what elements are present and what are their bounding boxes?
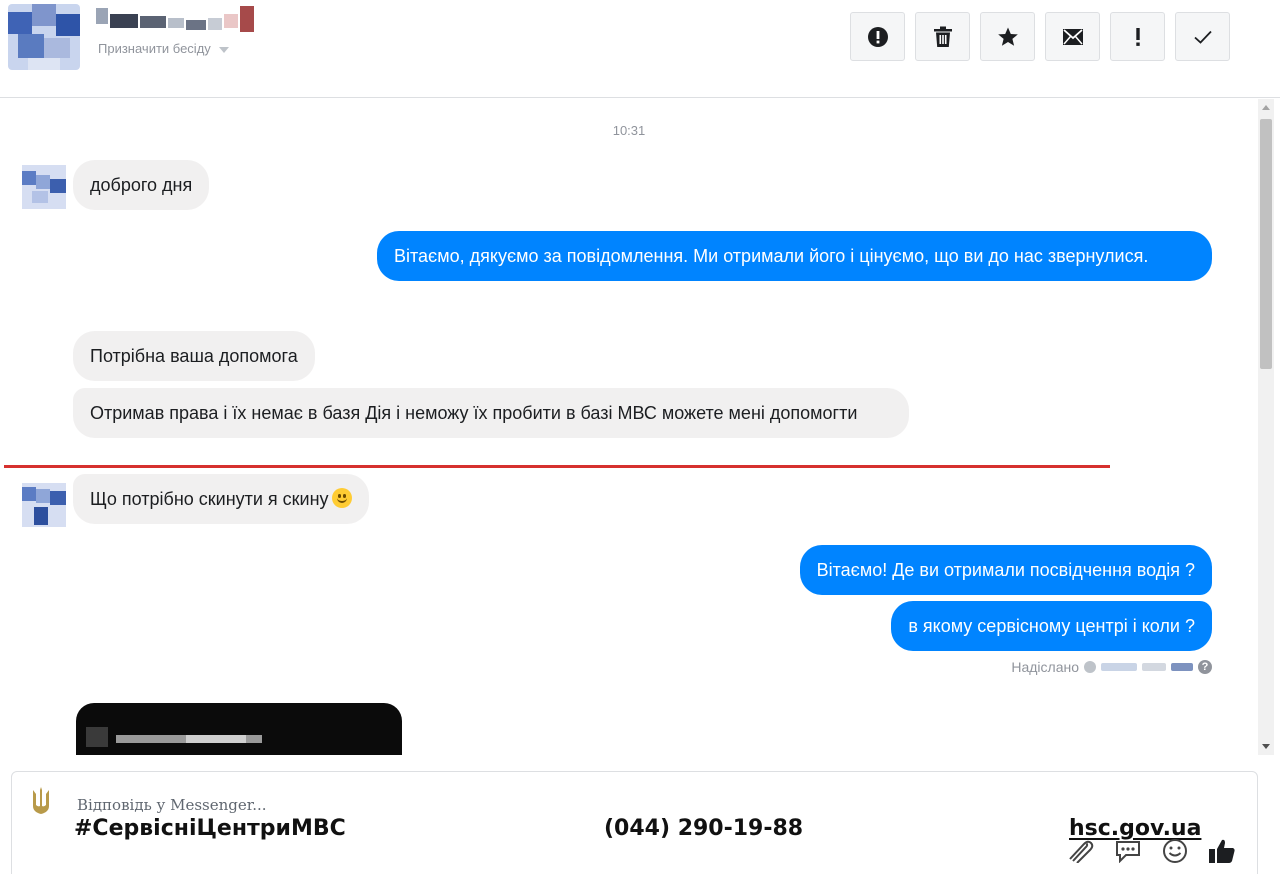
message-outgoing: Вітаємо! Де ви отримали посвідчення воді… [799,545,1212,595]
message-text: Що потрібно скинути я скину [90,489,329,509]
message-timestamp: 10:31 [612,123,646,138]
annotation-line [4,465,1110,468]
message-incoming: Що потрібно скинути я скину [73,474,369,524]
help-icon[interactable]: ? [1198,660,1212,674]
redacted-name [1142,663,1166,671]
reply-composer[interactable]: Відповідь у Messenger... #СервісніЦентри… [11,771,1258,874]
check-icon [1193,30,1212,44]
scroll-thumb[interactable] [1260,119,1272,369]
message-text: Отримав права і їх немає в базя Дія і не… [90,403,858,423]
message-outgoing: в якому сервісному центрі і коли ? [891,601,1212,651]
scroll-down-arrow-icon[interactable] [1262,744,1270,749]
mark-done-button[interactable] [1175,12,1230,61]
thumbs-up-icon [1209,839,1235,863]
brand-hashtag: #СервісніЦентриМВС [74,816,346,841]
alert-circle-icon [867,26,888,47]
exclamation-icon [1135,27,1140,46]
delivery-status: Надіслано ? [1011,659,1212,675]
attachment-button[interactable] [1064,839,1094,868]
conversation-toolbar [850,12,1230,61]
assign-conversation-label: Призначити бесіду [98,41,211,56]
trident-logo-icon [33,787,49,814]
message-incoming: Отримав права і їх немає в базя Дія і не… [73,388,909,438]
message-incoming: доброго дня [73,160,210,210]
message-text: доброго дня [90,175,193,195]
reply-input[interactable]: Відповідь у Messenger... [77,796,267,814]
scroll-up-arrow-icon[interactable] [1262,105,1270,110]
saved-replies-button[interactable] [1114,839,1142,868]
customer-avatar[interactable] [22,483,66,527]
conversation-header: Призначити бесіду [0,0,1280,98]
thread-scrollbar[interactable] [1258,99,1274,755]
message-text: в якому сервісному центрі і коли ? [908,616,1195,636]
customer-avatar[interactable] [22,165,66,209]
message-text: Вітаємо! Де ви отримали посвідчення воді… [816,560,1195,580]
message-thread[interactable]: 10:31 доброго дня Вітаємо, дякуємо за по… [0,99,1258,755]
redacted-name [1101,663,1137,671]
star-button[interactable] [980,12,1035,61]
smiley-icon [1163,839,1187,863]
redacted-name [1171,663,1193,671]
message-text: Вітаємо, дякуємо за повідомлення. Ми отр… [394,246,1149,266]
message-text: Потрібна ваша допомога [90,346,298,366]
contact-name [96,6,258,34]
contact-avatar[interactable] [8,4,80,70]
mark-unread-button[interactable] [1045,12,1100,61]
brand-phone: (044) 290-19-88 [604,816,804,841]
emoji-button[interactable] [1162,838,1188,869]
trash-icon [933,26,952,47]
message-incoming: Потрібна ваша допомога [73,331,315,381]
message-outgoing: Вітаємо, дякуємо за повідомлення. Ми отр… [377,231,1212,281]
star-icon [997,27,1018,46]
delivery-status-label: Надіслано [1011,659,1079,675]
follow-up-button[interactable] [1110,12,1165,61]
delete-button[interactable] [915,12,970,61]
chevron-down-icon [218,46,229,53]
paperclip-icon [1069,840,1094,864]
image-attachment[interactable] [76,703,402,755]
spam-button[interactable] [850,12,905,61]
composer-actions [1064,838,1236,869]
check-circle-icon [1084,661,1096,673]
envelope-icon [1062,28,1083,45]
chat-bubble-icon [1116,841,1140,864]
smile-emoji-icon [331,488,352,508]
like-button[interactable] [1208,838,1236,869]
assign-conversation-dropdown[interactable]: Призначити бесіду [98,41,229,56]
